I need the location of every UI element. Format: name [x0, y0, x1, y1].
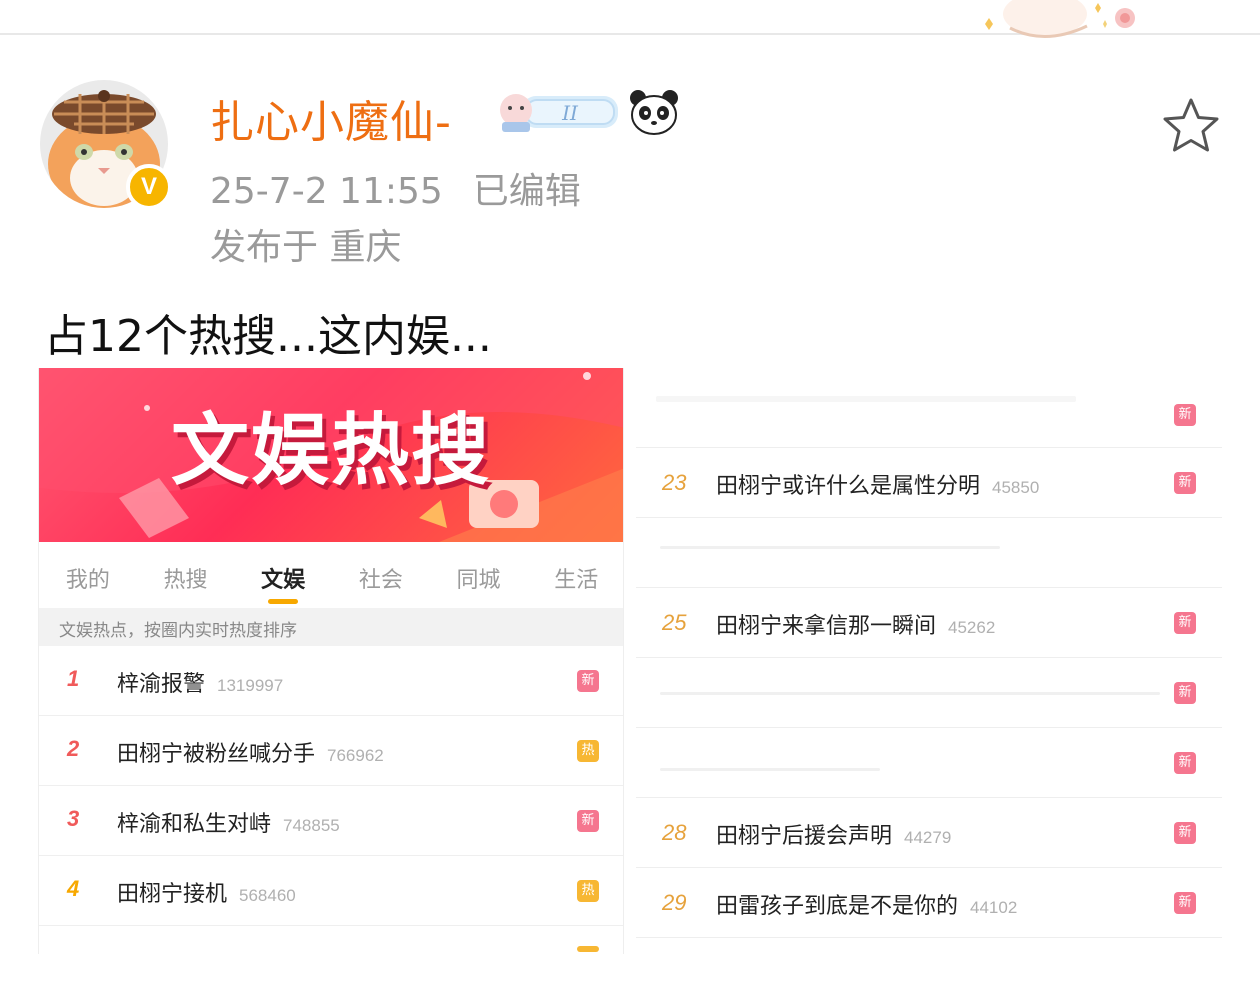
- list-item[interactable]: 新: [636, 658, 1222, 728]
- heat-value: 568460: [239, 886, 296, 905]
- rank-number: 4: [67, 876, 80, 901]
- heat-value: 766962: [327, 746, 384, 765]
- topic-label: 田栩宁或许什么是属性分明 45850: [716, 474, 1040, 499]
- new-tag-icon: 新: [1174, 822, 1196, 844]
- tab-society[interactable]: 社会: [332, 542, 430, 606]
- new-tag-icon: 新: [1174, 612, 1196, 634]
- topic-label: 田栩宁被粉丝喊分手 766962: [117, 742, 384, 767]
- edited-label: 已编辑: [472, 171, 581, 212]
- rank-number: 3: [67, 806, 80, 831]
- new-tag-icon: 新: [577, 810, 599, 832]
- new-tag-icon: 新: [577, 670, 599, 692]
- post-text: 占12个热搜...这内娱...: [44, 311, 492, 362]
- avatar[interactable]: V: [40, 62, 174, 210]
- banner: 文娱热搜: [39, 368, 623, 542]
- topic-label: 田栩宁接机 568460: [117, 882, 296, 907]
- attached-image-right[interactable]: 新 23 田栩宁或许什么是属性分明 45850 新 25 田栩宁来拿信那一瞬间 45…: [636, 368, 1222, 954]
- rank-number: 23: [662, 470, 687, 495]
- verified-badge-icon: V: [126, 164, 172, 210]
- list-item[interactable]: 28 田栩宁后援会声明 44279 新: [636, 798, 1222, 868]
- tab-hot-search[interactable]: 热搜: [137, 542, 235, 606]
- rank-number: 29: [662, 890, 687, 915]
- ranking-hint: 文娱热点，按圈内实时热度排序: [39, 608, 623, 646]
- blurred-text: [660, 546, 1000, 549]
- username[interactable]: 扎心小魔仙-: [210, 86, 452, 150]
- new-tag-icon: 新: [1174, 682, 1196, 704]
- post-location: 发布于 重庆: [210, 227, 402, 268]
- list-item[interactable]: 1 梓渝报警 1319997 新: [39, 646, 623, 716]
- new-tag-icon: 新: [1174, 472, 1196, 494]
- tab-bar: 我的 热搜 文娱 社会 同城 生活: [39, 542, 623, 606]
- decoration-sticker-icon: [985, 0, 1135, 38]
- tab-entertainment[interactable]: 文娱: [234, 542, 332, 606]
- tab-local[interactable]: 同城: [430, 542, 528, 606]
- topic-label: 梓渝报警 1319997: [117, 672, 284, 697]
- list-item[interactable]: 新: [636, 378, 1222, 448]
- banner-title: 文娱热搜: [171, 406, 492, 496]
- list-item[interactable]: [636, 518, 1222, 588]
- heat-value: 44102: [970, 898, 1018, 917]
- list-item[interactable]: 3 梓渝和私生对峙 748855 新: [39, 786, 623, 856]
- list-item[interactable]: 2 田栩宁被粉丝喊分手 766962 热: [39, 716, 623, 786]
- list-item[interactable]: 23 田栩宁或许什么是属性分明 45850 新: [636, 448, 1222, 518]
- heat-value: 45262: [948, 618, 996, 637]
- blurred-text: [656, 396, 1076, 402]
- panda-icon: [630, 90, 678, 135]
- new-tag-icon: 新: [1174, 752, 1196, 774]
- heat-value: 1319997: [217, 676, 284, 695]
- topic-label: 梓渝和私生对峙 748855: [117, 812, 340, 837]
- hot-tag-icon: 热: [577, 740, 599, 762]
- new-tag-icon: 新: [1174, 892, 1196, 914]
- list-item[interactable]: 4 田栩宁接机 568460 热: [39, 856, 623, 926]
- rank-number: 2: [67, 736, 80, 761]
- hot-tag-icon: 热: [577, 880, 599, 902]
- post-timestamp: 25-7-2 11:55: [210, 171, 443, 212]
- blurred-text: [660, 692, 1160, 695]
- post-meta-time: 25-7-2 11:55 已编辑: [210, 162, 581, 214]
- heat-value: 45850: [992, 478, 1040, 497]
- tab-mine[interactable]: 我的: [39, 542, 137, 606]
- rank-number: 1: [67, 666, 80, 691]
- svg-text:II: II: [561, 101, 579, 125]
- list-item[interactable]: 新: [636, 728, 1222, 798]
- list-item[interactable]: 29 田雷孩子到底是不是你的 44102 新: [636, 868, 1222, 938]
- rank-number: 25: [662, 610, 687, 635]
- heat-value: 44279: [904, 828, 952, 847]
- attached-image-left[interactable]: 文娱热搜 我的 热搜 文娱 社会 同城 生活 文娱热点，按圈内实时热度排序 1 …: [38, 368, 624, 954]
- list-item[interactable]: 25 田栩宁来拿信那一瞬间 45262 新: [636, 588, 1222, 658]
- list-item[interactable]: [39, 926, 623, 954]
- new-tag-icon: 新: [1174, 404, 1196, 426]
- topic-label: 田雷孩子到底是不是你的 44102: [716, 894, 1018, 919]
- rank-number: 28: [662, 820, 687, 845]
- topic-label: 田栩宁后援会声明 44279: [716, 824, 952, 849]
- gemini-member-badge-icon: II: [500, 94, 618, 132]
- blurred-text: [660, 768, 880, 771]
- tab-life[interactable]: 生活: [527, 542, 623, 606]
- hot-tag-icon: [577, 946, 599, 952]
- star-outline-icon[interactable]: [1160, 96, 1222, 154]
- heat-value: 748855: [283, 816, 340, 835]
- topic-label: 田栩宁来拿信那一瞬间 45262: [716, 614, 996, 639]
